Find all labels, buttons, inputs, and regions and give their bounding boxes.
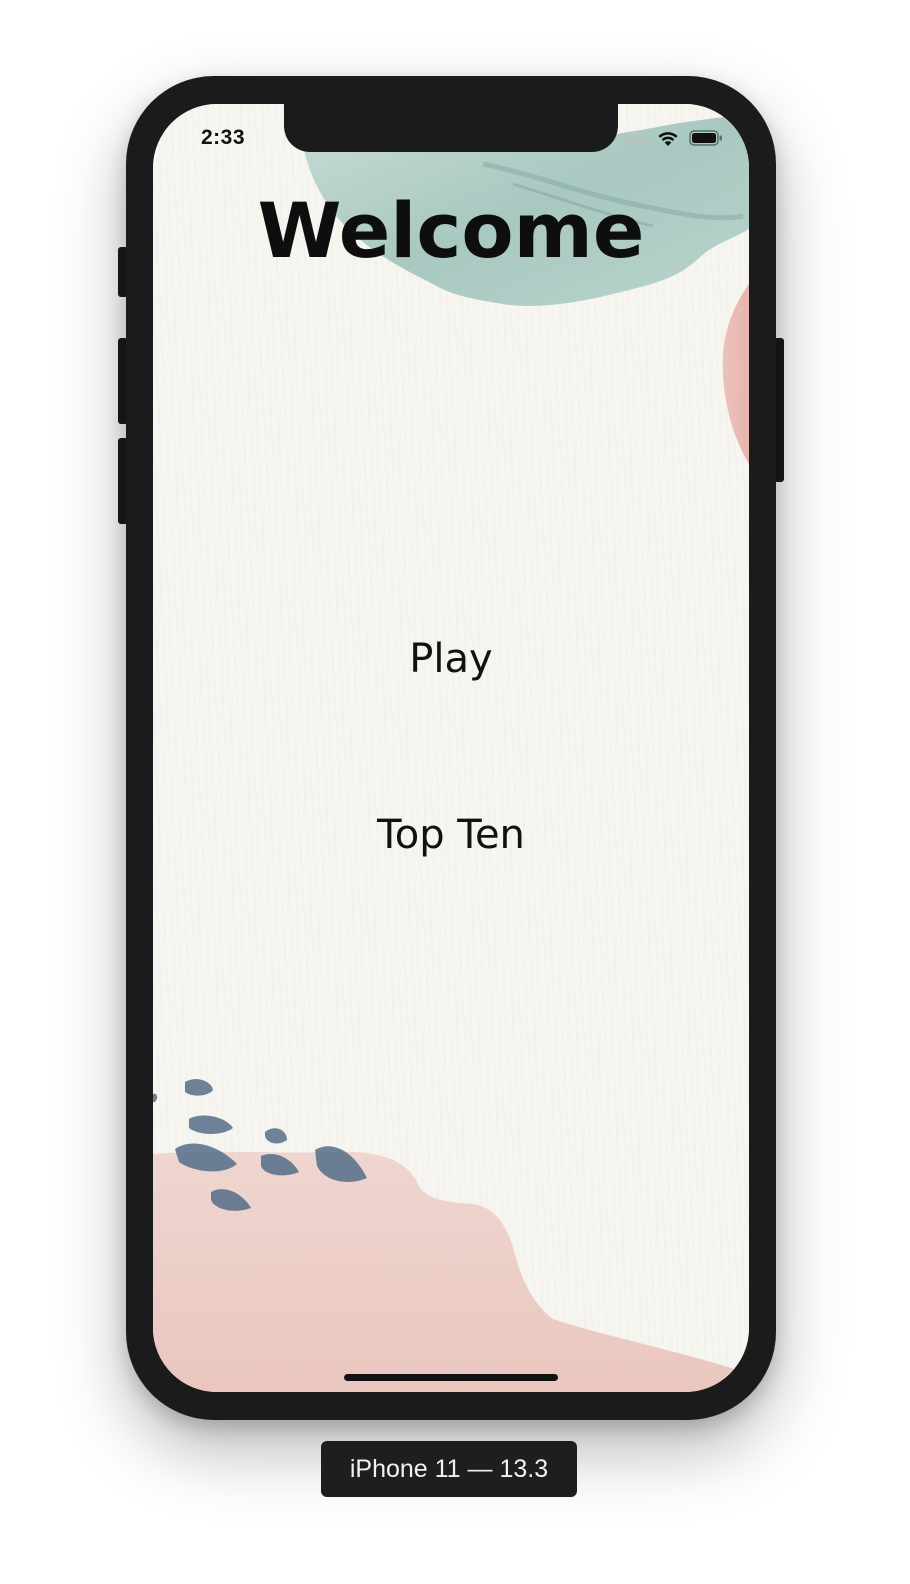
top-ten-button[interactable]: Top Ten — [153, 812, 749, 858]
cellular-signal-icon — [625, 137, 647, 143]
battery-icon — [689, 129, 723, 151]
status-time: 2:33 — [201, 126, 246, 149]
home-indicator[interactable] — [344, 1374, 558, 1381]
simulator-stage: 2:33 Welcome Play Top Ten iPhone 11 — 13… — [0, 0, 910, 1584]
play-button[interactable]: Play — [153, 636, 749, 682]
wifi-icon — [656, 129, 680, 151]
pink-wash — [153, 1151, 749, 1392]
phone-screen: 2:33 Welcome Play Top Ten — [153, 104, 749, 1392]
pink-edge-wash — [722, 284, 749, 464]
notch — [284, 104, 618, 152]
status-icons — [625, 129, 723, 151]
welcome-title: Welcome — [257, 186, 645, 275]
watercolor-decoration — [153, 114, 749, 1392]
device-label: iPhone 11 — 13.3 — [321, 1441, 577, 1497]
